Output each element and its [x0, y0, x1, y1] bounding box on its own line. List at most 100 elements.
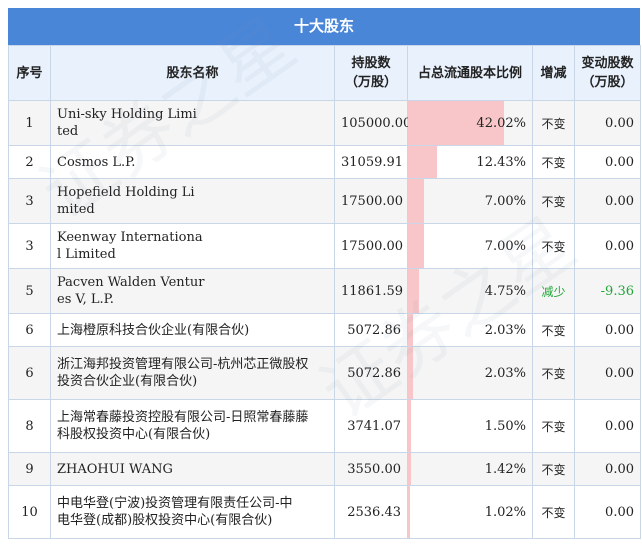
- change-status: 不变: [532, 145, 575, 179]
- percent-bar: [408, 146, 437, 178]
- header-change: 增减: [532, 45, 575, 101]
- percent-cell: 42.02%: [407, 100, 533, 146]
- percent-cell: 1.42%: [407, 452, 533, 486]
- row-index: 2: [8, 145, 51, 179]
- shareholder-name: 上海橙原科技合伙企业(有限合伙): [50, 313, 335, 347]
- row-index: 1: [8, 100, 51, 146]
- header-amount: 变动股数 （万股）: [574, 45, 641, 101]
- shareholder-name: 上海常春藤投资控股有限公司-日照常春藤藤 科股权投资中心(有限合伙): [50, 399, 335, 453]
- row-index: 8: [8, 399, 51, 453]
- shareholder-name: Uni-sky Holding Limi ted: [50, 100, 335, 146]
- shareholder-name-line1: Uni-sky Holding Limi: [57, 107, 197, 122]
- row-index: 3: [8, 223, 51, 269]
- header-holding: 持股数 （万股）: [334, 45, 408, 101]
- holding-value: 3741.07: [334, 399, 408, 453]
- row-index: 6: [8, 346, 51, 400]
- percent-text: 4.75%: [484, 283, 526, 299]
- shareholder-name-line1: Pacven Walden Ventur: [57, 275, 205, 290]
- percent-text: 7.00%: [484, 238, 526, 254]
- row-index: 9: [8, 452, 51, 486]
- change-amount: 0.00: [574, 452, 641, 486]
- shareholder-name-line1: ZHAOHUI WANG: [57, 461, 173, 477]
- change-amount: 0.00: [574, 313, 641, 347]
- shareholder-name-line2: 电华登(成都)股权投资中心(有限合伙): [57, 513, 273, 528]
- shareholder-name: Keenway Internationa l Limited: [50, 223, 335, 269]
- change-amount: -9.36: [574, 268, 641, 314]
- change-status: 不变: [532, 399, 575, 453]
- shareholder-name-line2: 投资合伙企业(有限合伙): [57, 374, 198, 389]
- shareholder-name: Cosmos L.P.: [50, 145, 335, 179]
- shareholder-name: ZHAOHUI WANG: [50, 452, 335, 486]
- shareholder-name-line1: Cosmos L.P.: [57, 154, 136, 170]
- percent-bar: [408, 179, 425, 223]
- change-status: 不变: [532, 346, 575, 400]
- percent-bar: [408, 224, 425, 268]
- holding-value: 17500.00: [334, 178, 408, 224]
- percent-text: 1.42%: [484, 461, 526, 477]
- percent-cell: 1.50%: [407, 399, 533, 453]
- percent-text: 1.02%: [484, 504, 526, 520]
- percent-cell: 7.00%: [407, 178, 533, 224]
- change-status: 不变: [532, 178, 575, 224]
- row-index: 3: [8, 178, 51, 224]
- shareholder-name-line2: ted: [57, 124, 79, 139]
- percent-text: 12.43%: [476, 154, 526, 170]
- change-status: 不变: [532, 452, 575, 486]
- percent-text: 7.00%: [484, 193, 526, 209]
- row-index: 10: [8, 485, 51, 539]
- change-status: 不变: [532, 223, 575, 269]
- shareholder-name: Pacven Walden Ventur es V, L.P.: [50, 268, 335, 314]
- percent-cell: 2.03%: [407, 346, 533, 400]
- table-row: 6 浙江海邦投资管理有限公司-杭州芯正微股权 投资合伙企业(有限合伙) 5072.86…: [8, 346, 641, 400]
- shareholders-panel: 十大股东 序号 股东名称 持股数 （万股） 占总流通股本比例 增减 变动股数 （…: [8, 8, 641, 539]
- shareholder-name-line2: l Limited: [57, 247, 116, 262]
- change-amount: 0.00: [574, 145, 641, 179]
- shareholder-name: Hopefield Holding Li mited: [50, 178, 335, 224]
- percent-cell: 1.02%: [407, 485, 533, 539]
- change-amount: 0.00: [574, 346, 641, 400]
- header-amount-line1: 变动股数: [581, 56, 634, 71]
- shareholder-name-line2: 科股权投资中心(有限合伙): [57, 427, 211, 442]
- percent-text: 2.03%: [484, 365, 526, 381]
- percent-text: 42.02%: [476, 115, 526, 131]
- percent-cell: 12.43%: [407, 145, 533, 179]
- header-name: 股东名称: [50, 45, 335, 101]
- percent-cell: 7.00%: [407, 223, 533, 269]
- header-index: 序号: [8, 45, 51, 101]
- shareholders-table: 序号 股东名称 持股数 （万股） 占总流通股本比例 增减 变动股数 （万股） 1…: [8, 45, 641, 539]
- shareholder-name-line1: 浙江海邦投资管理有限公司-杭州芯正微股权: [57, 357, 309, 372]
- table-row: 6 上海橙原科技合伙企业(有限合伙) 5072.86 2.03% 不变 0.00: [8, 313, 641, 347]
- change-status: 不变: [532, 313, 575, 347]
- percent-bar: [408, 486, 411, 538]
- table-row: 10 中电华登(宁波)投资管理有限责任公司-中 电华登(成都)股权投资中心(有限合伙…: [8, 485, 641, 539]
- change-amount: 0.00: [574, 485, 641, 539]
- holding-value: 5072.86: [334, 346, 408, 400]
- holding-value: 31059.91: [334, 145, 408, 179]
- table-row: 2 Cosmos L.P. 31059.91 12.43% 不变 0.00: [8, 145, 641, 179]
- shareholder-name-line1: 中电华登(宁波)投资管理有限责任公司-中: [57, 496, 293, 511]
- percent-text: 2.03%: [484, 322, 526, 338]
- change-amount: 0.00: [574, 399, 641, 453]
- percent-cell: 4.75%: [407, 268, 533, 314]
- percent-cell: 2.03%: [407, 313, 533, 347]
- percent-bar: [408, 314, 413, 346]
- percent-bar: [408, 400, 412, 452]
- shareholder-name: 浙江海邦投资管理有限公司-杭州芯正微股权 投资合伙企业(有限合伙): [50, 346, 335, 400]
- percent-bar: [408, 347, 413, 399]
- shareholder-name-line1: 上海橙原科技合伙企业(有限合伙): [57, 322, 250, 338]
- table-row: 3 Keenway Internationa l Limited 17500.00 7.…: [8, 223, 641, 269]
- holding-value: 3550.00: [334, 452, 408, 486]
- shareholder-name-line2: es V, L.P.: [57, 292, 114, 307]
- percent-bar: [408, 269, 419, 313]
- table-row: 3 Hopefield Holding Li mited 17500.00 7.00% 不…: [8, 178, 641, 224]
- table-body: 1 Uni-sky Holding Limi ted 105000.00 42.02% 不…: [8, 100, 641, 539]
- holding-value: 5072.86: [334, 313, 408, 347]
- row-index: 5: [8, 268, 51, 314]
- shareholder-name-line1: Hopefield Holding Li: [57, 185, 195, 200]
- row-index: 6: [8, 313, 51, 347]
- table-row: 5 Pacven Walden Ventur es V, L.P. 11861.59 4…: [8, 268, 641, 314]
- header-amount-line2: （万股）: [581, 75, 634, 90]
- holding-value: 17500.00: [334, 223, 408, 269]
- holding-value: 105000.00: [334, 100, 411, 146]
- change-amount: 0.00: [574, 223, 641, 269]
